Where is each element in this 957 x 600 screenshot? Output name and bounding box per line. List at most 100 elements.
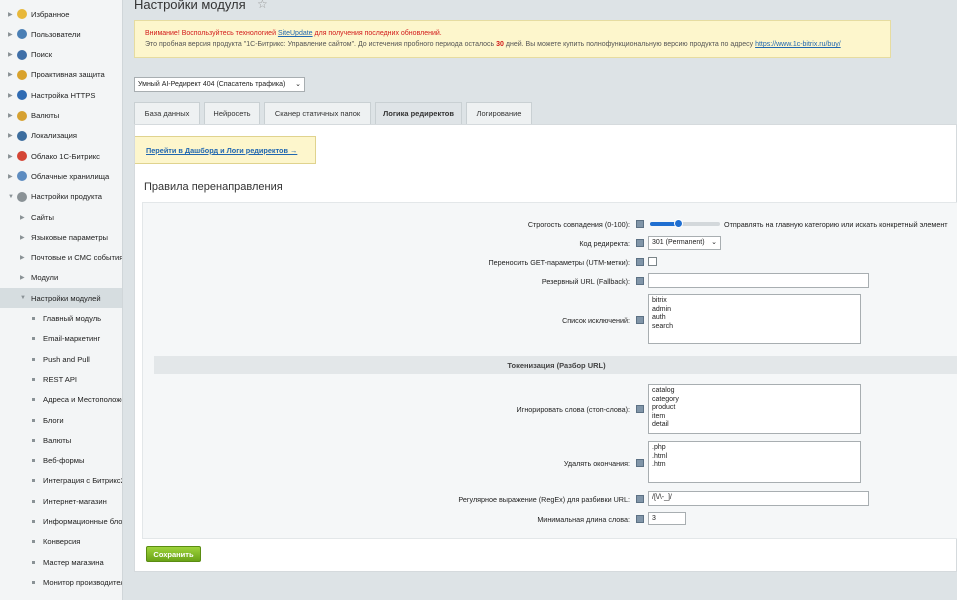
cloud-icon [17,151,27,162]
favorite-star-icon[interactable]: ☆ [257,0,268,11]
sidebar-item-label: Модули [31,273,59,283]
strictness-slider[interactable] [650,219,720,228]
chevron-right-icon[interactable]: ▶ [8,92,13,99]
help-icon[interactable] [636,277,644,285]
sidebar-item-label: Языковые параметры [31,232,109,242]
tab-static-scanner[interactable]: Сканер статичных папок [264,102,371,124]
globe-icon [17,130,27,141]
dashboard-box: Перейти в Дашборд и Логи редиректов → [135,136,316,164]
tab-database[interactable]: База данных [134,102,200,124]
chevron-right-icon[interactable]: ▶ [20,214,25,221]
sidebar-subitem[interactable]: ▶ Языковые параметры [0,227,122,247]
module-select-value: Умный AI-Редирект 404 (Спасатель трафика… [138,81,286,88]
chevron-right-icon[interactable]: ▶ [8,71,13,78]
bullet-icon [32,357,35,361]
min-length-input[interactable]: 3 [648,512,686,525]
gear-icon [17,191,27,202]
redirect-code-value: 301 (Permanent) [652,239,705,246]
chevron-right-icon[interactable]: ▶ [8,112,13,119]
chevron-right-icon[interactable]: ▶ [20,254,25,261]
tab-logging[interactable]: Логирование [466,102,532,124]
module-select[interactable]: Умный AI-Редирект 404 (Спасатель трафика… [134,77,305,92]
sidebar-module-item[interactable]: Блоги [0,410,122,430]
exclusions-textarea[interactable]: bitrix admin auth search [648,294,861,344]
chevron-right-icon[interactable]: ▶ [8,11,13,18]
notice-text: дней. Вы можете купить полнофункциональн… [503,41,756,48]
sidebar-module-item[interactable]: Интернет-магазин [0,491,122,511]
sidebar-item-label: Интеграция с Битрикс2 [43,476,123,486]
fallback-input[interactable] [648,273,869,288]
page-title: Настройки модуля [134,0,246,12]
sidebar: ▶ Избранное ▶ Пользователи ▶ Поиск ▶ Проактивна… [0,0,123,600]
sidebar-subitem[interactable]: ▶ Модули [0,268,122,288]
sidebar-item[interactable]: ▶ Локализация [0,126,122,146]
sidebar-module-item[interactable]: Email-маркетинг [0,329,122,349]
sidebar-item[interactable]: ▶ Избранное [0,4,122,24]
bullet-icon [32,540,35,544]
chevron-right-icon[interactable]: ▶ [8,31,13,38]
redirect-code-select[interactable]: 301 (Permanent) ⌄ [648,236,721,250]
stop-words-textarea[interactable]: catalog category product item detail [648,384,861,434]
sidebar-item[interactable]: ▶ Поиск [0,45,122,65]
siteupdate-link[interactable]: SiteUpdate [278,30,313,37]
sidebar-item-label: Блоги [43,415,64,425]
sidebar-module-item[interactable]: Веб-формы [0,451,122,471]
sidebar-subitem[interactable]: ▼ Настройки модулей [0,288,122,309]
dashboard-link[interactable]: Перейти в Дашборд и Логи редиректов → [146,146,297,155]
chevron-down-icon[interactable]: ▼ [20,295,26,301]
regex-label: Регулярное выражение (RegEx) для разбивк… [458,495,630,504]
chevron-right-icon[interactable]: ▶ [8,51,13,58]
help-icon[interactable] [636,459,644,467]
buy-link[interactable]: https://www.1c-bitrix.ru/buy/ [755,41,841,48]
sidebar-subitem[interactable]: ▶ Сайты [0,207,122,227]
bullet-icon [32,418,35,422]
chevron-right-icon[interactable]: ▶ [8,173,13,180]
sidebar-module-item[interactable]: Информационные блок [0,512,122,532]
sidebar-module-item[interactable]: Валюты [0,430,122,450]
sidebar-item[interactable]: ▶ Валюты [0,106,122,126]
sidebar-item-label: Конверсия [43,537,81,547]
sidebar-item-label: Проактивная защита [31,70,105,80]
sidebar-item[interactable]: ▶ Пользователи [0,24,122,44]
sidebar-module-item[interactable]: Главный модуль [0,309,122,329]
sidebar-module-item[interactable]: Интеграция с Битрикс2 [0,471,123,491]
chevron-down-icon[interactable]: ▼ [8,194,14,200]
sidebar-item-label: Избранное [31,9,70,19]
sidebar-module-item[interactable]: Конверсия [0,532,122,552]
slider-knob[interactable] [674,219,683,228]
chevron-right-icon[interactable]: ▶ [8,132,13,139]
endings-label: Удалять окончания: [563,459,630,468]
pass-get-checkbox[interactable] [648,257,657,266]
tab-neural-network[interactable]: Нейросеть [204,102,260,124]
sidebar-module-item[interactable]: Монитор производител [0,572,122,592]
help-icon[interactable] [636,258,644,266]
sidebar-subitem[interactable]: ▶ Почтовые и СМС события [0,248,122,268]
search-icon [17,49,27,60]
sidebar-module-item[interactable]: REST API [0,369,122,389]
sidebar-module-item[interactable]: Push and Pull [0,349,122,369]
user-icon [17,29,27,40]
exclusions-label: Список исключений: [562,316,630,325]
sidebar-module-item[interactable]: Адреса и Местоположе [0,390,122,410]
sidebar-item[interactable]: ▶ Настройка HTTPS [0,85,122,105]
sidebar-module-item[interactable]: Мастер магазина [0,552,122,572]
help-icon[interactable] [636,515,644,523]
chevron-right-icon[interactable]: ▶ [20,234,25,241]
save-button[interactable]: Сохранить [146,546,201,562]
chevron-right-icon[interactable]: ▶ [20,274,25,281]
help-icon[interactable] [636,239,644,247]
help-icon[interactable] [636,316,644,324]
regex-input[interactable]: /[\/\-_]/ [648,491,869,506]
sidebar-item[interactable]: ▶ Проактивная защита [0,65,122,85]
notice-line-2: Это пробная версия продукта "1С-Битрикс:… [145,41,841,48]
help-icon[interactable] [636,405,644,413]
tab-redirect-logic[interactable]: Логика редиректов [375,102,462,124]
sidebar-item[interactable]: ▶ Облачные хранилища [0,166,122,186]
pass-get-label: Переносить GET-параметры (UTM-метки): [488,258,630,267]
endings-textarea[interactable]: .php .html .htm [648,441,861,483]
help-icon[interactable] [636,495,644,503]
help-icon[interactable] [636,220,644,228]
sidebar-item[interactable]: ▼ Настройки продукта [0,187,122,207]
chevron-right-icon[interactable]: ▶ [8,153,13,160]
sidebar-item[interactable]: ▶ Облако 1С-Битрикс [0,146,122,166]
